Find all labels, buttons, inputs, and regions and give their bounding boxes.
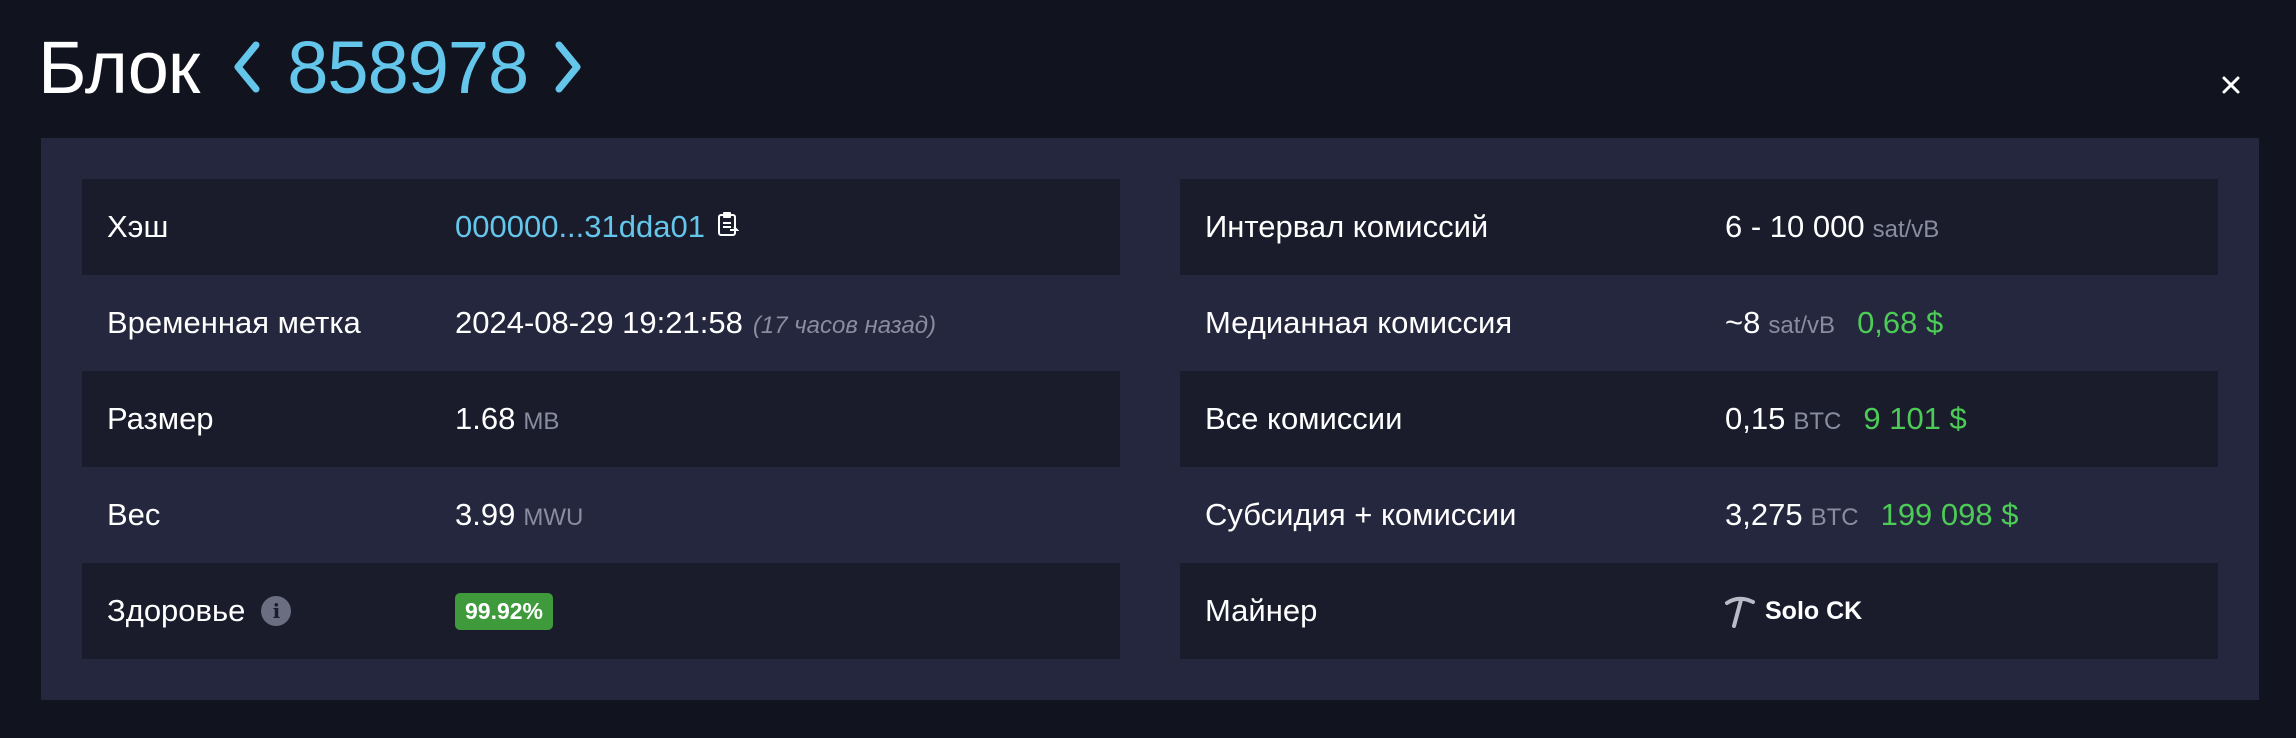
chevron-right-icon [555, 41, 581, 93]
health-label-wrap: Здоровье i [82, 593, 455, 629]
close-button[interactable] [2214, 68, 2248, 102]
fee-span-label: Интервал комиссий [1205, 209, 1489, 244]
median-fee-fiat: 0,68 $ [1857, 305, 1944, 340]
hash-value-wrap: 000000...31dda01 [455, 209, 740, 245]
median-fee-value: ~8 [1725, 305, 1761, 340]
timestamp-value-wrap: 2024-08-29 19:21:58 (17 часов назад) [455, 305, 936, 341]
size-unit: MB [523, 408, 560, 435]
details-right-column: Интервал комиссий 6 - 10 000 sat/vB Меди… [1180, 179, 2218, 659]
median-fee-value-wrap: ~8 sat/vB 0,68 $ [1725, 305, 1943, 341]
size-row: Размер 1.68 MB [82, 371, 1120, 467]
size-value-wrap: 1.68 MB [455, 401, 559, 437]
total-fees-value-wrap: 0,15 BTC 9 101 $ [1725, 401, 1967, 437]
copy-hash-button[interactable] [717, 209, 740, 245]
hash-link[interactable]: 000000...31dda01 [455, 209, 705, 245]
subsidy-fees-value: 3,275 [1725, 497, 1803, 532]
size-value: 1.68 [455, 401, 516, 436]
fee-span-row: Интервал комиссий 6 - 10 000 sat/vB [1180, 179, 2218, 275]
total-fees-label: Все комиссии [1205, 401, 1403, 436]
total-fees-unit: BTC [1793, 408, 1842, 435]
weight-unit: MWU [523, 504, 584, 531]
miner-row: Майнер Solo CK [1180, 563, 2218, 659]
subsidy-fees-value-wrap: 3,275 BTC 199 098 $ [1725, 497, 2019, 533]
details-left-column: Хэш 000000...31dda01 Временная метка 202… [82, 179, 1120, 659]
median-fee-row: Медианная комиссия ~8 sat/vB 0,68 $ [1180, 275, 2218, 371]
previous-block-button[interactable] [221, 32, 273, 102]
weight-value-wrap: 3.99 MWU [455, 497, 583, 533]
miner-value-wrap: Solo CK [1725, 594, 1862, 628]
chevron-left-icon [234, 41, 260, 93]
info-icon[interactable]: i [261, 596, 292, 626]
health-badge[interactable]: 99.92% [455, 592, 554, 630]
page-header: Блок 858978 [38, 22, 594, 112]
total-fees-fiat: 9 101 $ [1863, 401, 1967, 436]
close-icon [2222, 76, 2240, 94]
next-block-button[interactable] [542, 32, 594, 102]
timestamp-label: Временная метка [107, 305, 361, 340]
block-height: 858978 [287, 25, 529, 109]
miner-link[interactable]: Solo CK [1725, 594, 1862, 628]
timestamp-row: Временная метка 2024-08-29 19:21:58 (17 … [82, 275, 1120, 371]
fee-span-unit: sat/vB [1872, 216, 1940, 243]
subsidy-fees-row: Субсидия + комиссии 3,275 BTC 199 098 $ [1180, 467, 2218, 563]
total-fees-row: Все комиссии 0,15 BTC 9 101 $ [1180, 371, 2218, 467]
timestamp-relative: (17 часов назад) [752, 312, 937, 339]
clipboard-icon [717, 212, 740, 236]
timestamp-value: 2024-08-29 19:21:58 [455, 305, 743, 340]
median-fee-unit: sat/vB [1768, 312, 1836, 339]
subsidy-fees-label: Субсидия + комиссии [1205, 497, 1517, 532]
health-value-wrap: 99.92% [455, 592, 554, 630]
hash-label: Хэш [107, 209, 169, 244]
health-label: Здоровье [107, 593, 246, 628]
subsidy-fees-fiat: 199 098 $ [1880, 497, 2019, 532]
hash-row: Хэш 000000...31dda01 [82, 179, 1120, 275]
health-row: Здоровье i 99.92% [82, 563, 1120, 659]
size-label: Размер [107, 401, 214, 436]
subsidy-fees-unit: BTC [1810, 504, 1859, 531]
fee-span-value: 6 - 10 000 [1725, 209, 1865, 244]
median-fee-label: Медианная комиссия [1205, 305, 1513, 340]
block-details-card: Хэш 000000...31dda01 Временная метка 202… [41, 138, 2259, 700]
weight-value: 3.99 [455, 497, 516, 532]
fee-span-value-wrap: 6 - 10 000 sat/vB [1725, 209, 1939, 245]
weight-row: Вес 3.99 MWU [82, 467, 1120, 563]
pickaxe-icon [1725, 596, 1755, 628]
weight-label: Вес [107, 497, 161, 532]
total-fees-value: 0,15 [1725, 401, 1786, 436]
miner-name: Solo CK [1765, 596, 1863, 625]
page-title: Блок [38, 25, 200, 109]
miner-label: Майнер [1205, 593, 1318, 628]
